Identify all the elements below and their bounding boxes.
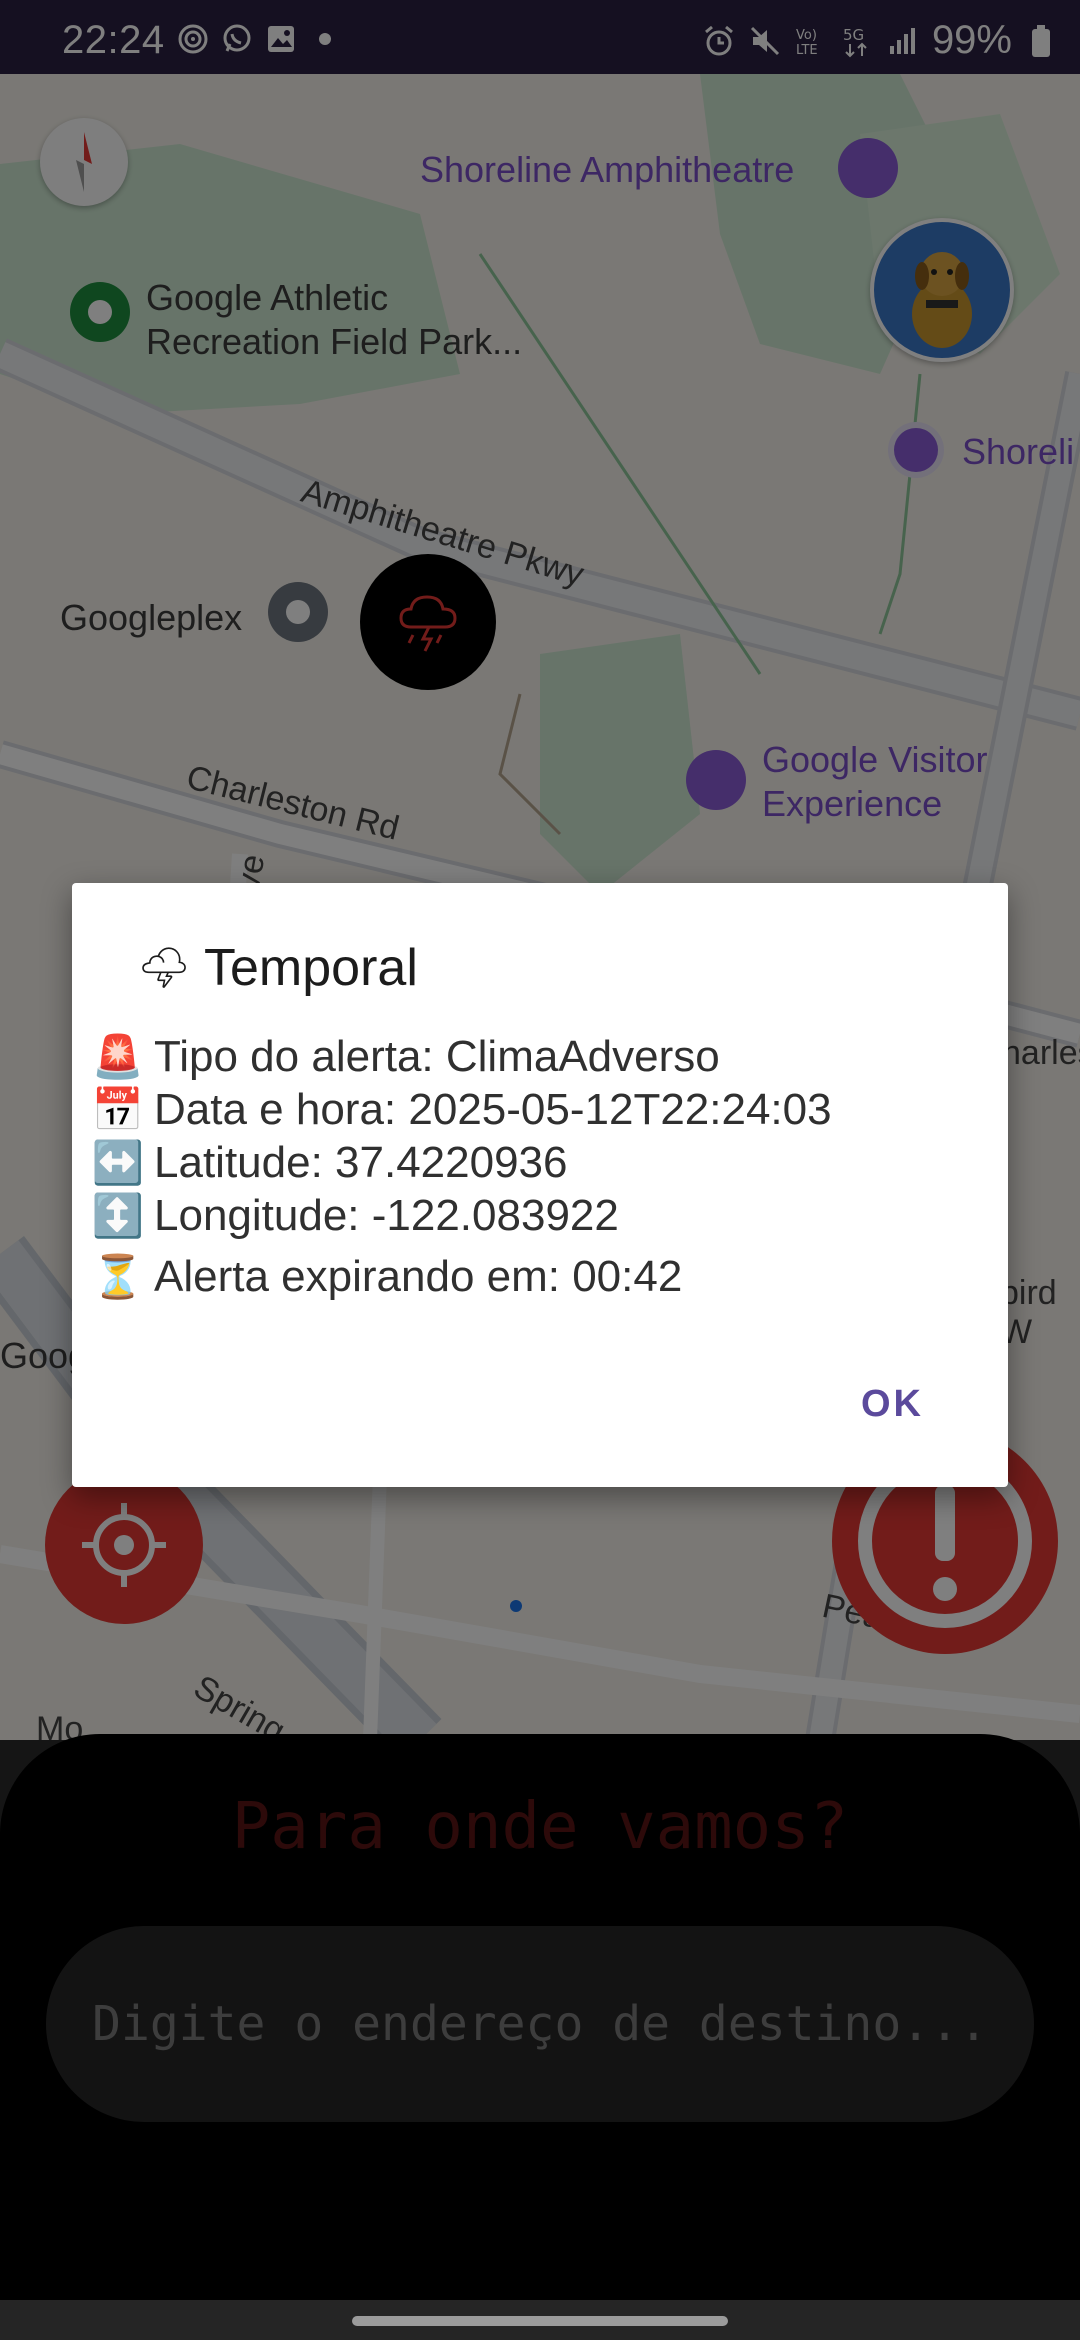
row-longitude: ↕️ Longitude: -122.083922 xyxy=(92,1190,619,1242)
longitude-text: Longitude: -122.083922 xyxy=(154,1191,619,1240)
row-date-time: 📅 Data e hora: 2025-05-12T22:24:03 xyxy=(92,1084,832,1136)
latitude-text: Latitude: 37.4220936 xyxy=(154,1138,568,1187)
alert-dialog: 🌩 Temporal 🚨 Tipo do alerta: ClimaAdvers… xyxy=(72,883,1008,1487)
ok-button[interactable]: OK xyxy=(861,1383,924,1426)
expiry-text: Alerta expirando em: 00:42 xyxy=(154,1252,683,1301)
date-time-text: Data e hora: 2025-05-12T22:24:03 xyxy=(154,1085,832,1134)
up-down-arrow-icon: ↕️ xyxy=(91,1191,145,1239)
left-right-arrow-icon: ↔️ xyxy=(91,1138,145,1186)
row-expiry: ⏳ Alerta expirando em: 00:42 xyxy=(92,1251,682,1303)
calendar-icon: 📅 xyxy=(91,1085,145,1133)
siren-icon: 🚨 xyxy=(91,1032,145,1080)
thunderstorm-icon: 🌩 xyxy=(137,943,191,991)
dialog-title: 🌩 Temporal xyxy=(137,938,418,998)
home-gesture-handle[interactable] xyxy=(352,2316,728,2326)
row-alert-type: 🚨 Tipo do alerta: ClimaAdverso xyxy=(92,1031,720,1083)
row-latitude: ↔️ Latitude: 37.4220936 xyxy=(92,1137,568,1189)
alert-type-text: Tipo do alerta: ClimaAdverso xyxy=(154,1032,720,1081)
hourglass-icon: ⏳ xyxy=(91,1252,145,1300)
dialog-title-text: Temporal xyxy=(204,939,418,997)
